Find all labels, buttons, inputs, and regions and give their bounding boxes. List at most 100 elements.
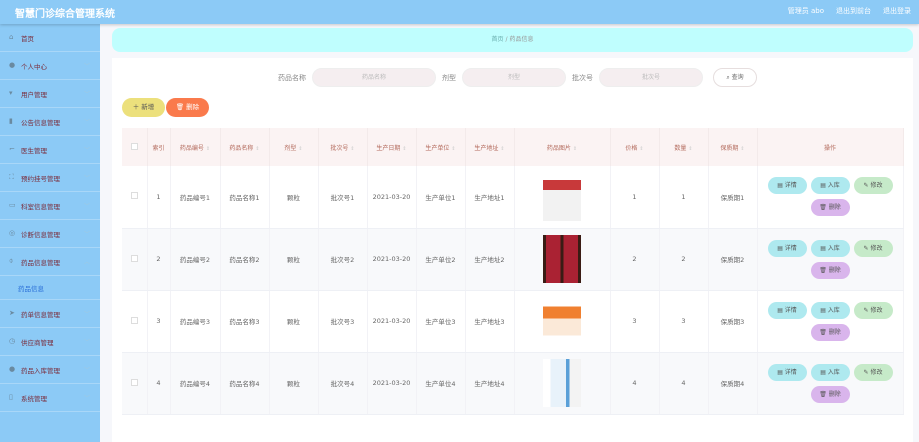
sidebar-item[interactable]: ⛶ 预约挂号管理 ﹀ bbox=[0, 164, 100, 192]
cell-price: 4 bbox=[610, 352, 660, 415]
sidebar-item[interactable]: ▾ 用户管理 ﹀ bbox=[0, 80, 100, 108]
sort-icon[interactable]: ⇕ bbox=[451, 146, 455, 152]
edit-label: 修改 bbox=[870, 306, 883, 314]
cell-shelf: 保质期3 bbox=[708, 290, 758, 353]
sidebar-item-label: 用户管理 bbox=[21, 90, 47, 99]
logout-link[interactable]: 退出登录 bbox=[883, 6, 911, 16]
cell-price: 1 bbox=[610, 166, 660, 229]
row-checkbox[interactable] bbox=[122, 166, 148, 229]
add-label: 新增 bbox=[141, 103, 155, 111]
column-header[interactable]: 生产日期 ⇕ bbox=[367, 128, 417, 166]
column-header[interactable]: 剂型 ⇕ bbox=[269, 128, 319, 166]
cell-actions: ▤ 详情 ▤ 入库 ✎ 修改 🗑 删除 bbox=[757, 228, 904, 291]
edit-button[interactable]: ✎ 修改 bbox=[853, 301, 893, 319]
sidebar-item[interactable]: ⌽ 药品信息管理 ︿ bbox=[0, 248, 100, 276]
chevron-down-icon: ﹀ bbox=[83, 119, 90, 126]
cell-price: 3 bbox=[610, 290, 660, 353]
trash-icon: 🗑 bbox=[175, 103, 187, 111]
stock-in-button[interactable]: ▤ 入库 bbox=[810, 363, 850, 381]
sort-icon[interactable]: ⇕ bbox=[350, 146, 354, 152]
cell-name: 药品名称4 bbox=[220, 352, 270, 415]
detail-button[interactable]: ▤ 详情 bbox=[767, 301, 807, 319]
delete-row-button[interactable]: 🗑 删除 bbox=[810, 323, 850, 341]
column-header[interactable]: 药品名称 ⇕ bbox=[220, 128, 270, 166]
detail-button[interactable]: ▤ 详情 bbox=[767, 239, 807, 257]
breadcrumb: 首页 / 药品信息 bbox=[112, 28, 913, 52]
sidebar-item[interactable]: ◷ 供应商管理 ﹀ bbox=[0, 328, 100, 356]
batch-input[interactable]: 批次号 bbox=[599, 68, 703, 87]
microphone-icon: ⌽ bbox=[9, 257, 14, 265]
edit-button[interactable]: ✎ 修改 bbox=[853, 363, 893, 381]
add-button[interactable]: ＋ 新增 bbox=[122, 98, 165, 117]
column-header[interactable]: 药品图片 ⇕ bbox=[514, 128, 611, 166]
cell-shelf: 保质期1 bbox=[708, 166, 758, 229]
sidebar-subitem-medicine-info[interactable]: 药品信息 bbox=[0, 276, 100, 300]
chevron-down-icon: ﹀ bbox=[83, 175, 90, 182]
user-icon: ● bbox=[9, 61, 16, 69]
column-header[interactable]: 药品编号 ⇕ bbox=[170, 128, 221, 166]
stock-in-button[interactable]: ▤ 入库 bbox=[810, 301, 850, 319]
delete-button[interactable]: 🗑 删除 bbox=[166, 98, 209, 117]
query-button[interactable]: ⌕ 查询 bbox=[713, 68, 757, 87]
document-icon: ▤ bbox=[820, 182, 828, 190]
sidebar-item[interactable]: ● 药品入库管理 ﹀ bbox=[0, 356, 100, 384]
sidebar-item[interactable]: ➤ 药单信息管理 ﹀ bbox=[0, 300, 100, 328]
column-header[interactable]: 生产地址 ⇕ bbox=[465, 128, 515, 166]
sidebar-item-label: 系统管理 bbox=[21, 394, 47, 403]
medicine-table: 索引 药品编号 ⇕ 药品名称 ⇕ 剂型 ⇕ 批次号 ⇕ 生产日期 ⇕ 生产单位 ⇕ 生产地址 … bbox=[122, 128, 904, 415]
sidebar-item[interactable]: ⌐ 医生管理 ﹀ bbox=[0, 136, 100, 164]
row-checkbox[interactable] bbox=[122, 290, 148, 353]
sort-icon[interactable]: ⇕ bbox=[206, 146, 210, 152]
cell-addr: 生产地址4 bbox=[465, 352, 515, 415]
sort-icon[interactable]: ⇕ bbox=[298, 146, 302, 152]
sidebar-item[interactable]: ◎ 诊断信息管理 ﹀ bbox=[0, 220, 100, 248]
sort-icon[interactable]: ⇕ bbox=[573, 146, 577, 152]
cell-actions: ▤ 详情 ▤ 入库 ✎ 修改 🗑 删除 bbox=[757, 166, 904, 229]
cell-qty: 3 bbox=[659, 290, 709, 353]
row-checkbox[interactable] bbox=[122, 352, 148, 415]
sort-icon[interactable]: ⇕ bbox=[740, 146, 744, 152]
name-input[interactable]: 药品名称 bbox=[312, 68, 436, 87]
column-header[interactable]: 保质期 ⇕ bbox=[708, 128, 758, 166]
breadcrumb-current: 药品信息 bbox=[509, 36, 534, 43]
delete-label: 删除 bbox=[828, 204, 841, 212]
breadcrumb-home[interactable]: 首页 bbox=[492, 36, 504, 43]
sidebar-item[interactable]: ⌂ 首页 bbox=[0, 24, 100, 52]
column-header[interactable]: 数量 ⇕ bbox=[659, 128, 709, 166]
select-all-checkbox[interactable] bbox=[122, 128, 148, 166]
sort-icon[interactable]: ⇕ bbox=[255, 146, 259, 152]
stock-in-button[interactable]: ▤ 入库 bbox=[810, 239, 850, 257]
header-label: 药品编号 bbox=[179, 144, 204, 152]
detail-button[interactable]: ▤ 详情 bbox=[767, 363, 807, 381]
document-icon: ▤ bbox=[820, 368, 828, 376]
sort-icon[interactable]: ⇕ bbox=[500, 146, 504, 152]
type-input[interactable]: 剂型 bbox=[462, 68, 566, 87]
sidebar-item[interactable]: ▮ 公告信息管理 ﹀ bbox=[0, 108, 100, 136]
stock-in-button[interactable]: ▤ 入库 bbox=[810, 177, 850, 195]
cell-batch: 批次号3 bbox=[318, 290, 368, 353]
sidebar-item[interactable]: ● 个人中心 ﹀ bbox=[0, 52, 100, 80]
edit-button[interactable]: ✎ 修改 bbox=[853, 239, 893, 257]
cell-qty: 1 bbox=[659, 166, 709, 229]
header-label: 批次号 bbox=[330, 144, 349, 152]
delete-row-button[interactable]: 🗑 删除 bbox=[810, 199, 850, 217]
column-header[interactable]: 价格 ⇕ bbox=[610, 128, 660, 166]
column-header[interactable]: 批次号 ⇕ bbox=[318, 128, 368, 166]
sort-icon[interactable]: ⇕ bbox=[688, 146, 692, 152]
column-header: 索引 bbox=[147, 128, 171, 166]
sort-icon[interactable]: ⇕ bbox=[402, 146, 406, 152]
header-label: 索引 bbox=[152, 144, 165, 152]
row-checkbox[interactable] bbox=[122, 228, 148, 291]
sidebar-item[interactable]: ▯ 系统管理 ﹀ bbox=[0, 384, 100, 412]
delete-row-button[interactable]: 🗑 删除 bbox=[810, 261, 850, 279]
edit-button[interactable]: ✎ 修改 bbox=[853, 177, 893, 195]
delete-row-button[interactable]: 🗑 删除 bbox=[810, 385, 850, 403]
sidebar-item[interactable]: ▭ 科室信息管理 ﹀ bbox=[0, 192, 100, 220]
chevron-down-icon: ﹀ bbox=[83, 91, 90, 98]
chevron-down-icon: ﹀ bbox=[83, 147, 90, 154]
sidebar: ⌂ 首页 ● 个人中心 ﹀ ▾ 用户管理 ﹀ ▮ 公告信息管理 ﹀ ⌐ 医生管理 ﹀ ⛶ 预约挂号管理 ﹀ ▭ 科室… bbox=[0, 24, 100, 442]
detail-button[interactable]: ▤ 详情 bbox=[767, 177, 807, 195]
sort-icon[interactable]: ⇕ bbox=[639, 146, 643, 152]
column-header[interactable]: 生产单位 ⇕ bbox=[416, 128, 466, 166]
front-link[interactable]: 退出到前台 bbox=[836, 6, 871, 16]
